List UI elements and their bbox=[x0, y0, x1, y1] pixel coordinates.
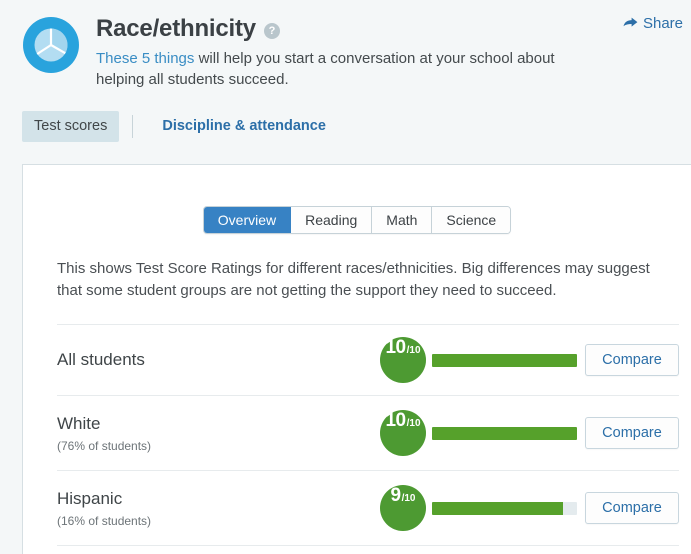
rating-bar-fill bbox=[432, 426, 577, 440]
rating-denominator: /10 bbox=[406, 418, 421, 429]
rating-group: 9/10 bbox=[380, 485, 577, 531]
tab-science[interactable]: Science bbox=[432, 207, 511, 233]
tab-separator bbox=[132, 115, 134, 138]
tab-reading[interactable]: Reading bbox=[291, 207, 373, 233]
subject-tab-group: Overview Reading Math Science bbox=[202, 206, 512, 234]
rating-rows: All students 10/10 Compare White (76% of… bbox=[57, 324, 679, 545]
status-badge: 10/10 bbox=[380, 337, 426, 383]
rating-bar-track bbox=[432, 426, 577, 440]
subject-tab-row: Overview Reading Math Science bbox=[23, 206, 691, 234]
rating-group: 10/10 bbox=[380, 337, 577, 383]
rating-bar-fill bbox=[432, 501, 563, 515]
rating-group: 10/10 bbox=[380, 410, 577, 456]
status-badge: 9/10 bbox=[380, 485, 426, 531]
group-name: White bbox=[57, 413, 101, 433]
row-label: Hispanic (16% of students) bbox=[57, 488, 380, 529]
rating-bar-fill bbox=[432, 353, 577, 367]
tab-math[interactable]: Math bbox=[372, 207, 433, 233]
row-label: All students bbox=[57, 349, 380, 371]
tab-discipline-attendance[interactable]: Discipline & attendance bbox=[150, 111, 338, 142]
these-5-things-link[interactable]: These 5 things bbox=[96, 50, 194, 67]
table-row: White (76% of students) 10/10 Compare bbox=[57, 395, 679, 470]
status-badge: 10/10 bbox=[380, 410, 426, 456]
rating-denominator: /10 bbox=[401, 493, 416, 504]
rating-value: 10 bbox=[385, 410, 406, 431]
compare-button[interactable]: Compare bbox=[585, 492, 679, 524]
race-ethnicity-panel: Race/ethnicity ? These 5 things will hel… bbox=[0, 0, 691, 554]
rating-value: 10 bbox=[385, 337, 406, 358]
panel-subtitle: These 5 things will help you start a con… bbox=[96, 48, 566, 90]
compare-button[interactable]: Compare bbox=[585, 344, 679, 376]
panel-header: Race/ethnicity ? These 5 things will hel… bbox=[0, 0, 691, 90]
rating-denominator: /10 bbox=[406, 345, 421, 356]
rating-bar-track bbox=[432, 501, 577, 515]
row-label: White (76% of students) bbox=[57, 413, 380, 454]
header-text-block: Race/ethnicity ? These 5 things will hel… bbox=[96, 14, 566, 90]
page-title: Race/ethnicity bbox=[96, 15, 256, 42]
help-icon[interactable]: ? bbox=[263, 22, 280, 39]
compare-button[interactable]: Compare bbox=[585, 417, 679, 449]
panel-description: This shows Test Score Ratings for differ… bbox=[57, 260, 650, 299]
main-tab-bar: Test scores Discipline & attendance bbox=[0, 111, 691, 142]
table-row: Hispanic (16% of students) 9/10 Compare bbox=[57, 470, 679, 545]
table-row: All students 10/10 Compare bbox=[57, 324, 679, 395]
content-card: Overview Reading Math Science This shows… bbox=[22, 164, 691, 554]
share-arrow-icon bbox=[623, 17, 638, 30]
share-link[interactable]: Share bbox=[623, 15, 683, 32]
tab-overview[interactable]: Overview bbox=[203, 207, 292, 233]
group-name: Hispanic bbox=[57, 488, 123, 508]
pie-chart-icon bbox=[22, 16, 80, 74]
share-label: Share bbox=[642, 15, 683, 32]
rating-bar-track bbox=[432, 353, 577, 367]
group-share: (76% of students) bbox=[57, 438, 152, 453]
rating-value: 9 bbox=[390, 485, 402, 506]
group-share: (16% of students) bbox=[57, 513, 152, 528]
row-divider bbox=[57, 545, 679, 546]
group-name: All students bbox=[57, 350, 145, 369]
tab-test-scores[interactable]: Test scores bbox=[22, 111, 120, 142]
